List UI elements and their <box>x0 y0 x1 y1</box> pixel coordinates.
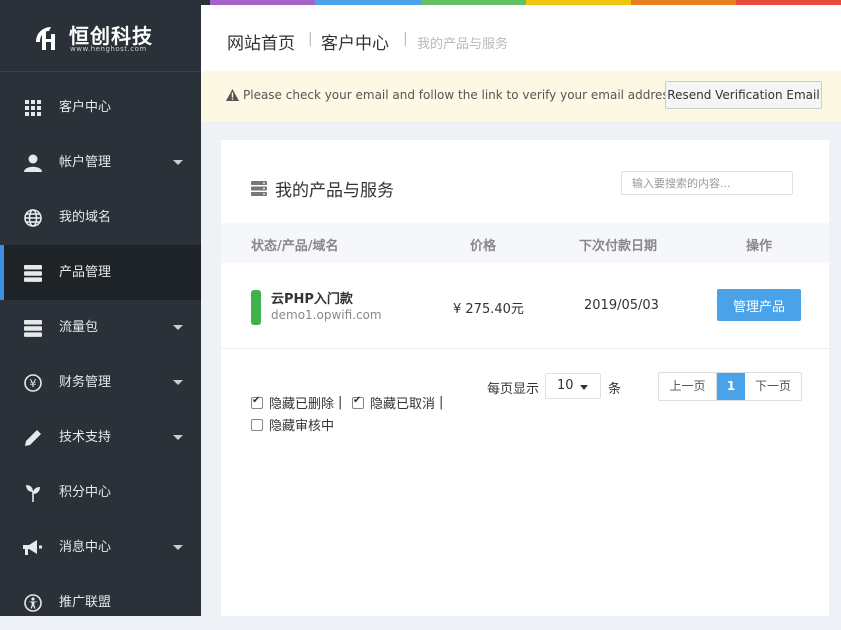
sidebar-item-traffic[interactable]: 流量包 <box>0 300 201 355</box>
sidebar-item-points[interactable]: 积分中心 <box>0 465 201 520</box>
pagination: 上一页 1 下一页 <box>658 372 802 401</box>
megaphone-icon <box>22 538 44 558</box>
product-price: ¥ 275.40元 <box>453 302 524 317</box>
status-indicator <box>251 290 261 325</box>
checkbox-box[interactable] <box>352 395 364 409</box>
filter-separator: | <box>439 395 444 410</box>
sidebar-item-label: 推广联盟 <box>59 595 112 610</box>
breadcrumb-current: 我的产品与服务 <box>417 37 509 52</box>
alert-message: Please check your email and follow the l… <box>243 88 679 102</box>
hengchuang-logo-icon <box>36 27 55 50</box>
warning-icon <box>226 89 239 101</box>
per-page-value: 10 <box>557 378 574 393</box>
pencil-icon <box>22 428 44 448</box>
sidebar: 恒创科技 www.henghost.com 客户中心帐户管理我的域名产品管理流量… <box>0 0 201 616</box>
verify-email-alert: Please check your email and follow the l… <box>201 71 841 121</box>
sidebar-item-finance[interactable]: ¥ 财务管理 <box>0 355 201 410</box>
caret-down-icon <box>173 435 183 440</box>
leaf-icon <box>22 483 44 503</box>
caret-down-icon <box>173 160 183 165</box>
server-icon <box>22 263 44 283</box>
sidebar-item-label: 客户中心 <box>59 100 112 115</box>
resend-verification-button[interactable]: Resend Verification Email <box>665 81 822 109</box>
globe-icon <box>22 208 44 228</box>
caret-down-icon <box>173 380 183 385</box>
checkbox-box[interactable] <box>251 395 263 409</box>
sidebar-item-products[interactable]: 产品管理 <box>0 245 201 300</box>
product-domain: demo1.opwifi.com <box>271 308 382 322</box>
page-1-button[interactable]: 1 <box>717 373 745 400</box>
sidebar-item-label: 积分中心 <box>59 485 112 500</box>
per-page-label: 每页显示 <box>487 382 540 397</box>
table-header: 状态/产品/域名 价格 下次付款日期 操作 <box>221 223 829 263</box>
next-due-date: 2019/05/03 <box>584 298 659 313</box>
sidebar-item-messages[interactable]: 消息中心 <box>0 520 201 575</box>
column-header-actions: 操作 <box>746 239 773 254</box>
products-card: 我的产品与服务 状态/产品/域名 价格 下次付款日期 操作 云PHP入门款 de… <box>221 140 829 616</box>
logo[interactable]: 恒创科技 www.henghost.com <box>0 5 201 72</box>
hide-pending-checkbox[interactable]: 隐藏审核中 <box>251 415 334 434</box>
breadcrumb-home[interactable]: 网站首页 <box>227 29 295 54</box>
yen-icon: ¥ <box>22 373 44 393</box>
breadcrumb-separator: | <box>308 31 313 47</box>
sidebar-item-label: 流量包 <box>59 320 99 335</box>
chevron-down-icon <box>580 385 588 390</box>
breadcrumb-client-center[interactable]: 客户中心 <box>321 29 389 54</box>
sidebar-item-client-center[interactable]: 客户中心 <box>0 80 201 135</box>
filter-separator: | <box>338 395 343 410</box>
prev-page-button[interactable]: 上一页 <box>659 373 717 400</box>
hide-cancelled-checkbox[interactable]: 隐藏已取消 | <box>352 393 447 412</box>
column-header-price[interactable]: 价格 <box>470 235 496 254</box>
checkbox-label: 隐藏已删除 <box>269 397 335 412</box>
server-icon <box>251 181 267 196</box>
sidebar-item-label: 技术支持 <box>59 430 112 445</box>
checkbox-box[interactable] <box>251 418 263 431</box>
per-page-unit: 条 <box>608 382 622 397</box>
product-name[interactable]: 云PHP入门款 <box>271 288 353 307</box>
per-page-select[interactable]: 10 <box>545 373 601 399</box>
grid-icon <box>22 98 44 118</box>
checkbox-label: 隐藏审核中 <box>269 419 335 434</box>
sidebar-item-domains[interactable]: 我的域名 <box>0 190 201 245</box>
caret-down-icon <box>173 545 183 550</box>
search-input[interactable] <box>621 171 793 195</box>
sidebar-item-account[interactable]: 帐户管理 <box>0 135 201 190</box>
user-icon <box>22 153 44 173</box>
sidebar-item-label: 消息中心 <box>59 540 112 555</box>
sidebar-item-label: 帐户管理 <box>59 155 112 170</box>
brand-url: www.henghost.com <box>70 45 147 53</box>
page-header: 网站首页 | 客户中心 | 我的产品与服务 <box>201 5 841 71</box>
sidebar-item-label: 我的域名 <box>59 210 112 225</box>
card-title: 我的产品与服务 <box>275 181 394 201</box>
table-row: 云PHP入门款 demo1.opwifi.com ¥ 275.40元 2019/… <box>221 263 829 349</box>
breadcrumb-separator: | <box>403 31 408 47</box>
next-page-button[interactable]: 下一页 <box>745 373 801 400</box>
column-header-product[interactable]: 状态/产品/域名 <box>251 235 339 254</box>
sidebar-item-label: 财务管理 <box>59 375 112 390</box>
server-icon <box>22 318 44 338</box>
sidebar-item-support[interactable]: 技术支持 <box>0 410 201 465</box>
column-header-next-due[interactable]: 下次付款日期 <box>579 235 657 254</box>
sidebar-item-label: 产品管理 <box>59 265 112 280</box>
sidebar-item-affiliate[interactable]: 推广联盟 <box>0 575 201 630</box>
accessibility-icon <box>22 593 44 613</box>
hide-deleted-checkbox[interactable]: 隐藏已删除 | <box>251 393 346 412</box>
manage-product-button[interactable]: 管理产品 <box>717 289 801 321</box>
checkbox-label: 隐藏已取消 <box>370 397 436 412</box>
svg-text:¥: ¥ <box>30 377 37 390</box>
caret-down-icon <box>173 325 183 330</box>
